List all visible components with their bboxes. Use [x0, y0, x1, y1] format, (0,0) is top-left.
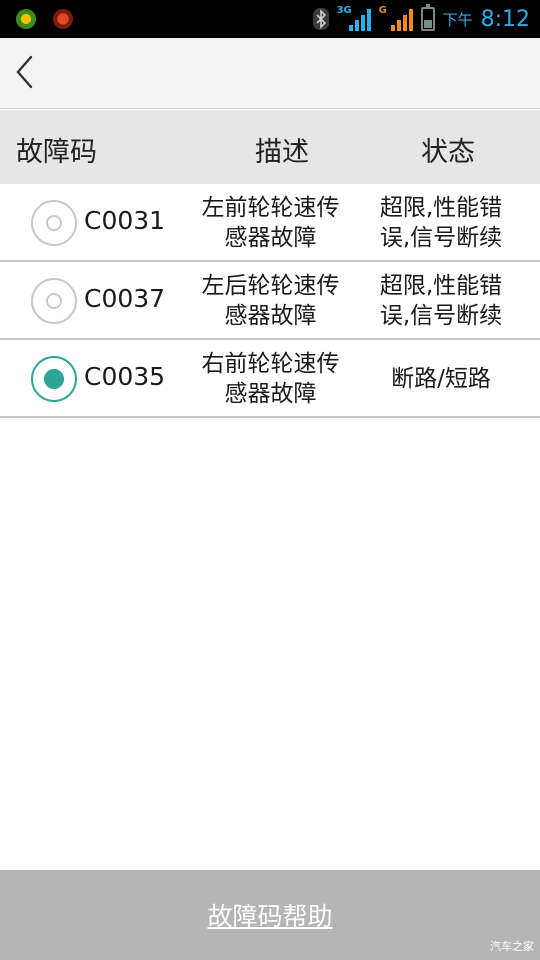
fault-status-line2: 误,信号断续 [379, 303, 503, 329]
fault-description-line1: 右前轮轮速传 [201, 351, 340, 377]
app-notification-icon [16, 9, 36, 29]
column-header-description: 描述 [255, 137, 309, 168]
fault-code-help-button[interactable]: 故障码帮助 [0, 870, 540, 960]
fault-code: C0035 [84, 362, 166, 391]
fault-description-line2: 感器故障 [224, 225, 317, 251]
signal-g-icon: G [378, 5, 413, 31]
fault-code: C0031 [84, 206, 166, 235]
signal-g-tag: G [378, 5, 387, 16]
table-row[interactable]: C0035 右前轮轮速传 感器故障 断路/短路 [0, 340, 540, 418]
chevron-left-icon [16, 55, 33, 89]
back-button[interactable] [10, 52, 40, 92]
fault-status-line1: 超限,性能错 [379, 273, 503, 299]
fault-description: 左后轮轮速传 感器故障 [188, 271, 353, 331]
clock: 8:12 [480, 6, 530, 32]
fault-description: 左前轮轮速传 感器故障 [188, 193, 353, 253]
fault-status-line2: 误,信号断续 [379, 225, 503, 251]
help-button-label: 故障码帮助 [207, 902, 333, 931]
row-radio-button[interactable] [31, 278, 77, 324]
fault-description-line1: 左后轮轮速传 [201, 273, 340, 299]
fault-description-line1: 左前轮轮速传 [201, 195, 340, 221]
action-bar [0, 38, 540, 109]
table-row[interactable]: C0031 左前轮轮速传 感器故障 超限,性能错 误,信号断续 [0, 184, 540, 262]
fault-code: C0037 [84, 284, 166, 313]
watermark: 汽车之家 [490, 940, 534, 953]
status-indicators: 3G G 下午 8:12 [312, 0, 530, 38]
fault-status: 超限,性能错 误,信号断续 [368, 271, 514, 331]
signal-3g-icon: 3G [336, 5, 371, 31]
signal-3g-tag: 3G [336, 5, 352, 16]
battery-icon [420, 4, 435, 31]
fault-description-line2: 感器故障 [224, 303, 317, 329]
row-radio-button[interactable] [31, 356, 77, 402]
column-header-code: 故障码 [16, 137, 97, 168]
table-header: 故障码 描述 状态 [0, 110, 540, 184]
fault-status: 超限,性能错 误,信号断续 [368, 193, 514, 253]
status-bar: 3G G 下午 8:12 [0, 0, 540, 38]
column-header-status: 状态 [421, 137, 475, 168]
time-period: 下午 [442, 10, 473, 29]
fault-description-line2: 感器故障 [224, 381, 317, 407]
fault-status-line1: 超限,性能错 [379, 195, 503, 221]
fault-status-line1: 断路/短路 [391, 366, 491, 392]
row-radio-button[interactable] [31, 200, 77, 246]
fault-status: 断路/短路 [368, 364, 514, 394]
help-bar: 故障码帮助 汽车之家 [0, 870, 540, 960]
bluetooth-icon [312, 8, 329, 30]
app-notification-icon-2 [53, 9, 73, 29]
table-row[interactable]: C0037 左后轮轮速传 感器故障 超限,性能错 误,信号断续 [0, 262, 540, 340]
fault-description: 右前轮轮速传 感器故障 [188, 349, 353, 409]
